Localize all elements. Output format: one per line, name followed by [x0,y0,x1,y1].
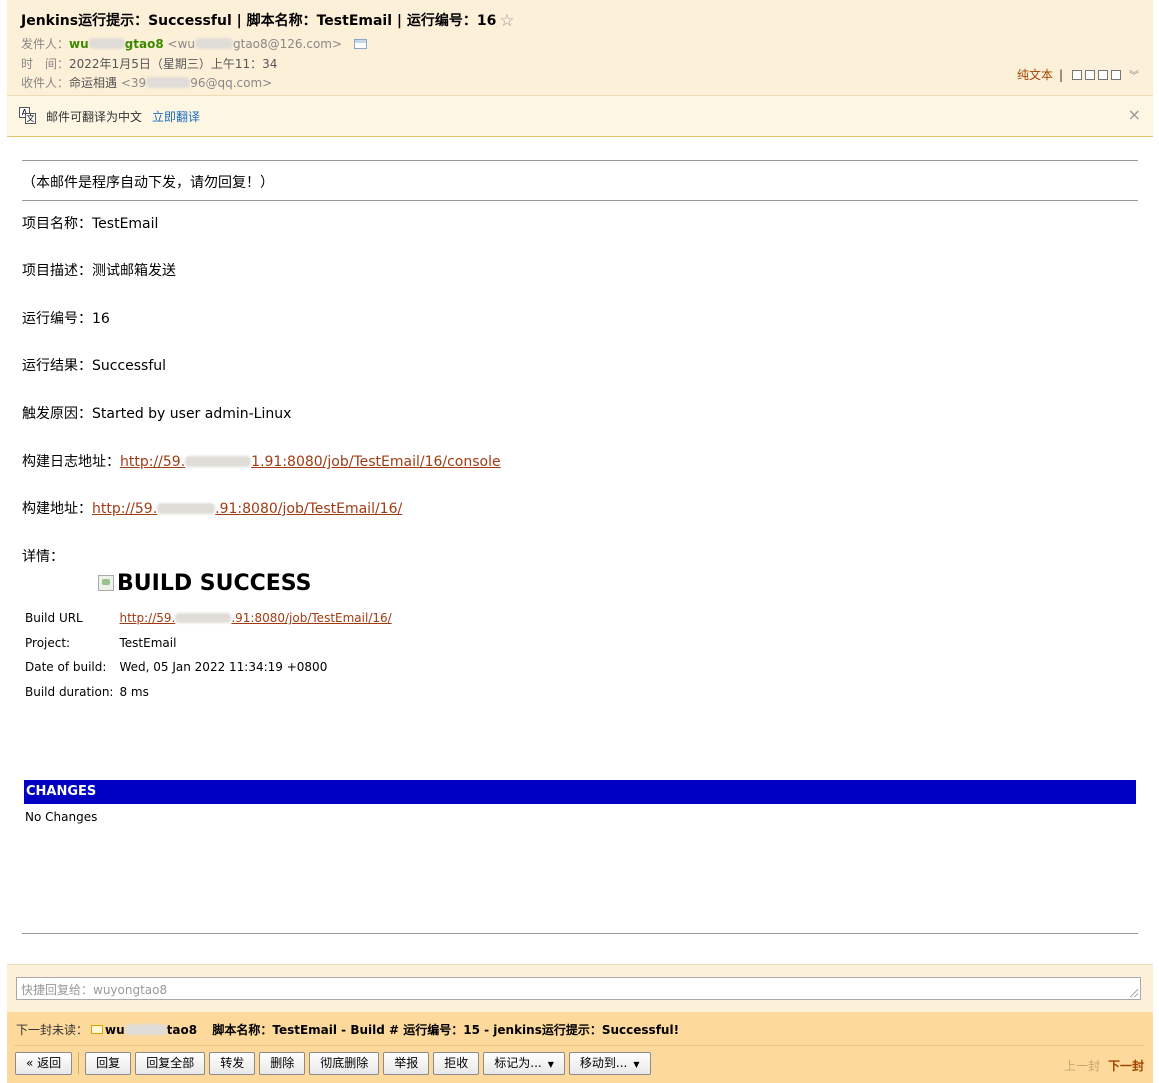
table-row: Build duration: 8 ms [22,680,395,705]
broken-image-icon [98,575,114,591]
chevron-down-icon[interactable]: ︾ [1129,67,1139,82]
tool-divider: | [1058,68,1063,82]
envelope-icon [91,1025,104,1034]
time-label: 时 间： [21,57,70,71]
field-project-desc: 项目描述：测试邮箱发送 [22,263,176,279]
from-label: 发件人： [21,37,70,51]
sender-name[interactable]: wu gtao8 [69,37,164,51]
field-project-name: 项目名称：TestEmail [22,216,159,232]
forward-button[interactable]: 转发 [209,1052,256,1075]
dropdown-arrow-icon: ▼ [633,1060,640,1069]
project-value: TestEmail [119,635,177,650]
field-build-url: 构建地址：http://59. .91:8080/job/TestEmail/16… [22,501,403,517]
star-icon[interactable]: ☆ [499,11,514,31]
toolbar: « 返回 回复 回复全部 转发 删除 彻底删除 举报 拒收 标记为... ▼ 移动到... ▼ [15,1052,655,1075]
build-url-key: Build URL [25,611,83,626]
mail-nav: 上一封 下一封 [1064,1057,1144,1074]
field-trigger-cause: 触发原因：Started by user admin-Linux [22,406,292,422]
translate-icon: A文 [19,107,37,124]
delete-button[interactable]: 删除 [259,1052,306,1075]
changes-header: CHANGES [24,780,1136,804]
duration-key: Build duration: [25,684,114,699]
details-label: 详情： [22,549,64,565]
move-to-button[interactable]: 移动到... ▼ [568,1052,651,1075]
table-row: Project: TestEmail [22,631,395,656]
duration-value: 8 ms [119,684,149,699]
report-button[interactable]: 举报 [383,1052,430,1075]
date-value: Wed, 05 Jan 2022 11:34:19 +0800 [119,660,328,675]
divider [22,160,1138,161]
subject-text: Jenkins运行提示：Successful | 脚本名称：TestEmail … [21,13,497,29]
table-row: Build URL http://59. .91:8080/job/TestEma… [22,606,395,631]
plain-text-link[interactable]: 纯文本 [1017,68,1053,82]
changes-text: No Changes [25,810,98,824]
table-row: Date of build: Wed, 05 Jan 2022 11:34:19… [22,655,395,680]
back-button[interactable]: « 返回 [15,1052,73,1075]
build-url-value: http://59. .91:8080/job/TestEmail/16/ [116,606,394,631]
quick-reply-area: 快捷回复给：wuyongtao8 [7,964,1153,1012]
build-url-table-link[interactable]: http://59. .91:8080/job/TestEmail/16/ [119,611,391,625]
mark-as-button[interactable]: 标记为... ▼ [483,1052,565,1075]
divider [22,933,1138,934]
project-key: Project: [25,635,71,650]
field-run-number: 运行编号：16 [22,311,110,327]
field-run-result: 运行结果：Successful [22,358,167,374]
resize-grip-icon[interactable] [1130,989,1138,997]
header-tools: 纯文本 | ︾ [1017,66,1139,83]
from-row: 发件人：wu gtao8 <wu gtao8@126.com> [21,35,367,52]
date-key: Date of build: [25,660,107,675]
next-sender: wu tao8 [105,1023,198,1037]
time-row: 时 间：2022年1月5日（星期三）上午11：34 [21,55,277,72]
translate-bar: A文 邮件可翻译为中文 立即翻译 × [7,96,1153,137]
build-status-title: BUILD SUCCESS [98,571,312,596]
next-mail-link[interactable]: 下一封 [1108,1059,1144,1073]
delete-permanently-button[interactable]: 彻底删除 [309,1052,380,1075]
log-url-link[interactable]: http://59. 1.91:8080/job/TestEmail/16/con… [120,454,501,470]
contact-card-icon[interactable] [353,39,367,49]
dropdown-arrow-icon: ▼ [547,1060,554,1069]
toolbar-separator [78,1052,80,1074]
time-value: 2022年1月5日（星期三）上午11：34 [69,57,278,71]
quick-reply-placeholder: 快捷回复给：wuyongtao8 [21,983,168,997]
divider [22,200,1138,201]
prev-mail-link[interactable]: 上一封 [1064,1059,1100,1073]
next-subject: 脚本名称：TestEmail - Build # 运行编号：15 - jenki… [212,1023,680,1037]
mail-subject: Jenkins运行提示：Successful | 脚本名称：TestEmail … [21,10,515,31]
reply-button[interactable]: 回复 [85,1052,132,1075]
reply-all-button[interactable]: 回复全部 [135,1052,206,1075]
close-icon[interactable]: × [1128,105,1141,124]
recipient-name[interactable]: 命运相遇 [69,76,117,90]
mail-header: Jenkins运行提示：Successful | 脚本名称：TestEmail … [7,0,1153,96]
translate-text: 邮件可翻译为中文 [46,110,143,124]
auto-notice: （本邮件是程序自动下发，请勿回复！） [22,175,274,191]
translate-now-link[interactable]: 立即翻译 [152,108,200,125]
next-unread-label: 下一封未读： [16,1023,89,1037]
note-icon[interactable] [1085,70,1095,80]
download-icon[interactable] [1098,70,1108,80]
new-window-icon[interactable] [1072,70,1082,80]
field-log-url: 构建日志地址：http://59. 1.91:8080/job/TestEmail… [22,454,501,470]
divider [14,1045,1144,1046]
recipient-email: <39 96@qq.com> [120,76,273,90]
reject-button[interactable]: 拒收 [433,1052,480,1075]
to-row: 收件人：命运相遇 <39 96@qq.com> [21,74,272,91]
build-url-link[interactable]: http://59. .91:8080/job/TestEmail/16/ [92,501,402,517]
bottom-bar: 下一封未读： wu tao8 脚本名称：TestEmail - Build # 运行… [7,1012,1153,1083]
to-label: 收件人： [21,76,70,90]
quick-reply-input[interactable]: 快捷回复给：wuyongtao8 [16,977,1141,1000]
sender-email: <wu gtao8@126.com> [167,37,343,51]
next-unread[interactable]: 下一封未读： wu tao8 脚本名称：TestEmail - Build # 运行… [16,1021,679,1038]
build-info-table: Build URL http://59. .91:8080/job/TestEma… [22,606,395,704]
print-icon[interactable] [1111,70,1121,80]
